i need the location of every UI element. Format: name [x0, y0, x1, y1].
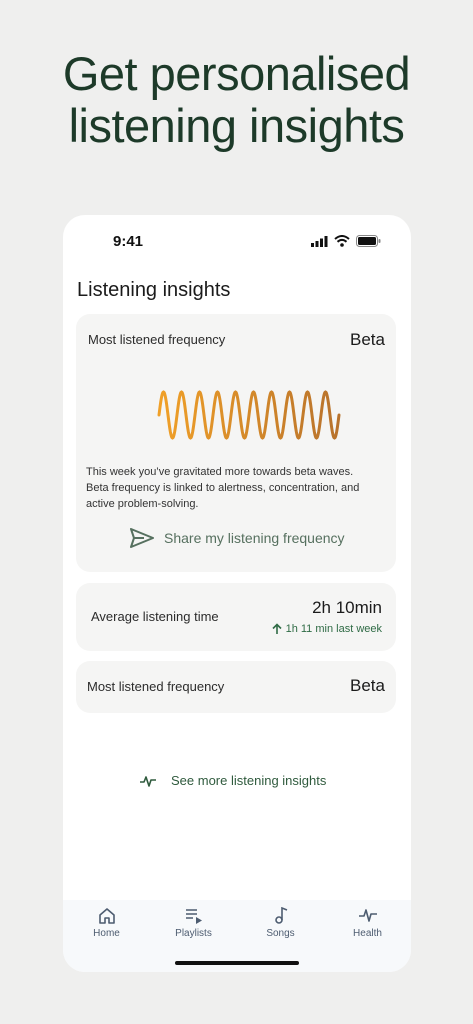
average-time-value: 2h 10min: [312, 598, 382, 617]
average-time-trend: 1h 11 min last week: [272, 623, 382, 635]
nav-item-health[interactable]: Health: [324, 900, 411, 972]
music-note-icon: [274, 907, 287, 924]
frequency-description: This week you’ve gravitated more towards…: [86, 466, 360, 510]
see-more-insights-link[interactable]: See more listening insights: [139, 773, 326, 788]
pulse-icon: [140, 775, 156, 787]
phone-mockup: 9:41 Listening insights Most listened fr…: [63, 215, 411, 972]
beta-wave-line: [157, 390, 341, 440]
frequency-summary-value: Beta: [350, 676, 385, 695]
home-icon: [98, 908, 115, 924]
frequency-value: Beta: [350, 330, 385, 349]
frequency-summary-card: Most listened frequency Beta: [76, 661, 396, 713]
playlist-icon: [185, 909, 202, 924]
pulse-icon: [358, 909, 377, 922]
arrow-up-icon: [272, 623, 282, 634]
average-time-trend-text: 1h 11 min last week: [285, 623, 382, 635]
status-time: 9:41: [113, 233, 144, 250]
frequency-summary-label: Most listened frequency: [87, 679, 225, 694]
headline-line-1: Get personalised: [62, 47, 411, 100]
headline: Get personalised listening insights: [0, 48, 473, 152]
share-frequency-button[interactable]: Share my listening frequency: [130, 528, 345, 548]
headline-line-2: listening insights: [68, 99, 405, 152]
nav-label-health: Health: [353, 928, 382, 939]
signal-icon: [311, 235, 328, 247]
battery-icon: [356, 235, 381, 247]
nav-item-home[interactable]: Home: [63, 900, 150, 972]
send-icon: [130, 528, 154, 548]
see-more-insights-label: See more listening insights: [171, 773, 327, 788]
nav-label-songs: Songs: [266, 928, 295, 939]
frequency-card: Most listened frequency Beta This week y…: [76, 314, 396, 572]
nav-label-home: Home: [93, 928, 120, 939]
average-time-card: Average listening time 2h 10min 1h 11 mi…: [76, 583, 396, 651]
nav-label-playlists: Playlists: [175, 928, 212, 939]
status-icons: [311, 235, 381, 247]
wifi-icon: [334, 235, 350, 247]
share-frequency-label: Share my listening frequency: [164, 530, 345, 546]
beta-wave-graphic: [157, 390, 341, 440]
average-time-label: Average listening time: [91, 609, 219, 624]
screen-title: Listening insights: [77, 279, 231, 301]
home-indicator: [175, 961, 299, 965]
frequency-label: Most listened frequency: [88, 332, 226, 347]
